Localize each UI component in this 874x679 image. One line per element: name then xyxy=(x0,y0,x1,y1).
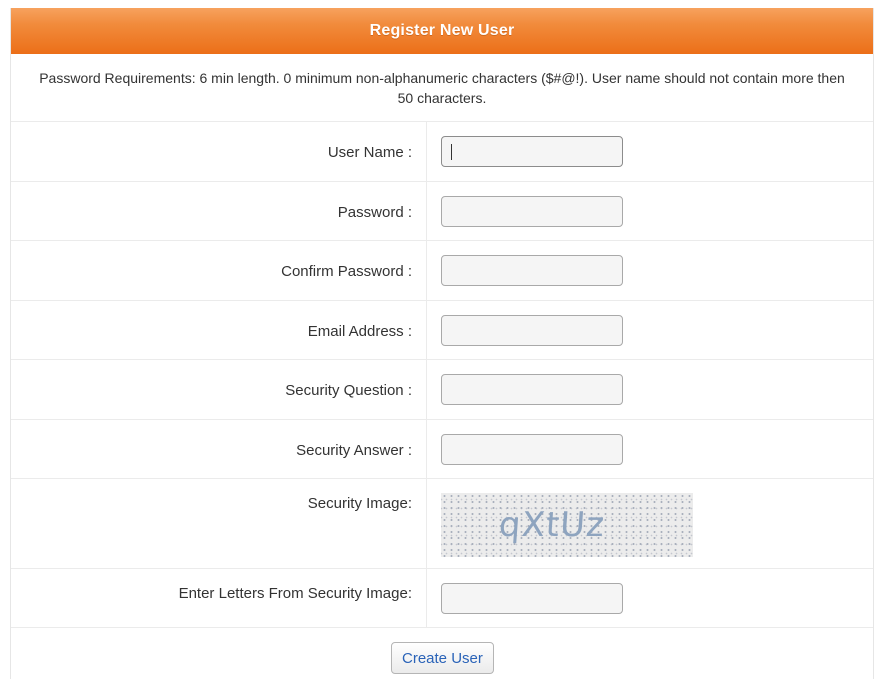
captcha-entry-label: Enter Letters From Security Image: xyxy=(11,569,427,627)
register-form: Register New User Password Requirements:… xyxy=(10,8,874,679)
confirm-password-input[interactable] xyxy=(441,255,623,286)
confirm-password-label: Confirm Password : xyxy=(11,241,427,300)
username-input[interactable] xyxy=(441,136,623,167)
captcha-entry-input[interactable] xyxy=(441,583,623,614)
create-user-button[interactable]: Create User xyxy=(391,642,494,674)
captcha-text: qXtUz xyxy=(497,505,607,545)
row-confirm-password: Confirm Password : xyxy=(11,241,873,301)
security-question-label: Security Question : xyxy=(11,360,427,419)
email-input[interactable] xyxy=(441,315,623,346)
row-security-image: Security Image: qXtUz xyxy=(11,479,873,569)
row-security-answer: Security Answer : xyxy=(11,420,873,479)
security-question-input[interactable] xyxy=(441,374,623,405)
security-answer-label: Security Answer : xyxy=(11,420,427,478)
row-username: User Name : xyxy=(11,122,873,182)
row-password: Password : xyxy=(11,182,873,241)
password-label: Password : xyxy=(11,182,427,240)
password-input[interactable] xyxy=(441,196,623,227)
row-captcha-entry: Enter Letters From Security Image: xyxy=(11,569,873,628)
email-label: Email Address : xyxy=(11,301,427,359)
username-label: User Name : xyxy=(11,122,427,181)
security-answer-input[interactable] xyxy=(441,434,623,465)
row-security-question: Security Question : xyxy=(11,360,873,420)
row-email: Email Address : xyxy=(11,301,873,360)
captcha-image: qXtUz xyxy=(441,493,693,557)
security-image-label: Security Image: xyxy=(11,479,427,568)
form-title: Register New User xyxy=(11,8,873,54)
text-caret xyxy=(451,144,452,160)
password-requirements: Password Requirements: 6 min length. 0 m… xyxy=(11,54,873,122)
submit-row: Create User xyxy=(11,628,873,678)
